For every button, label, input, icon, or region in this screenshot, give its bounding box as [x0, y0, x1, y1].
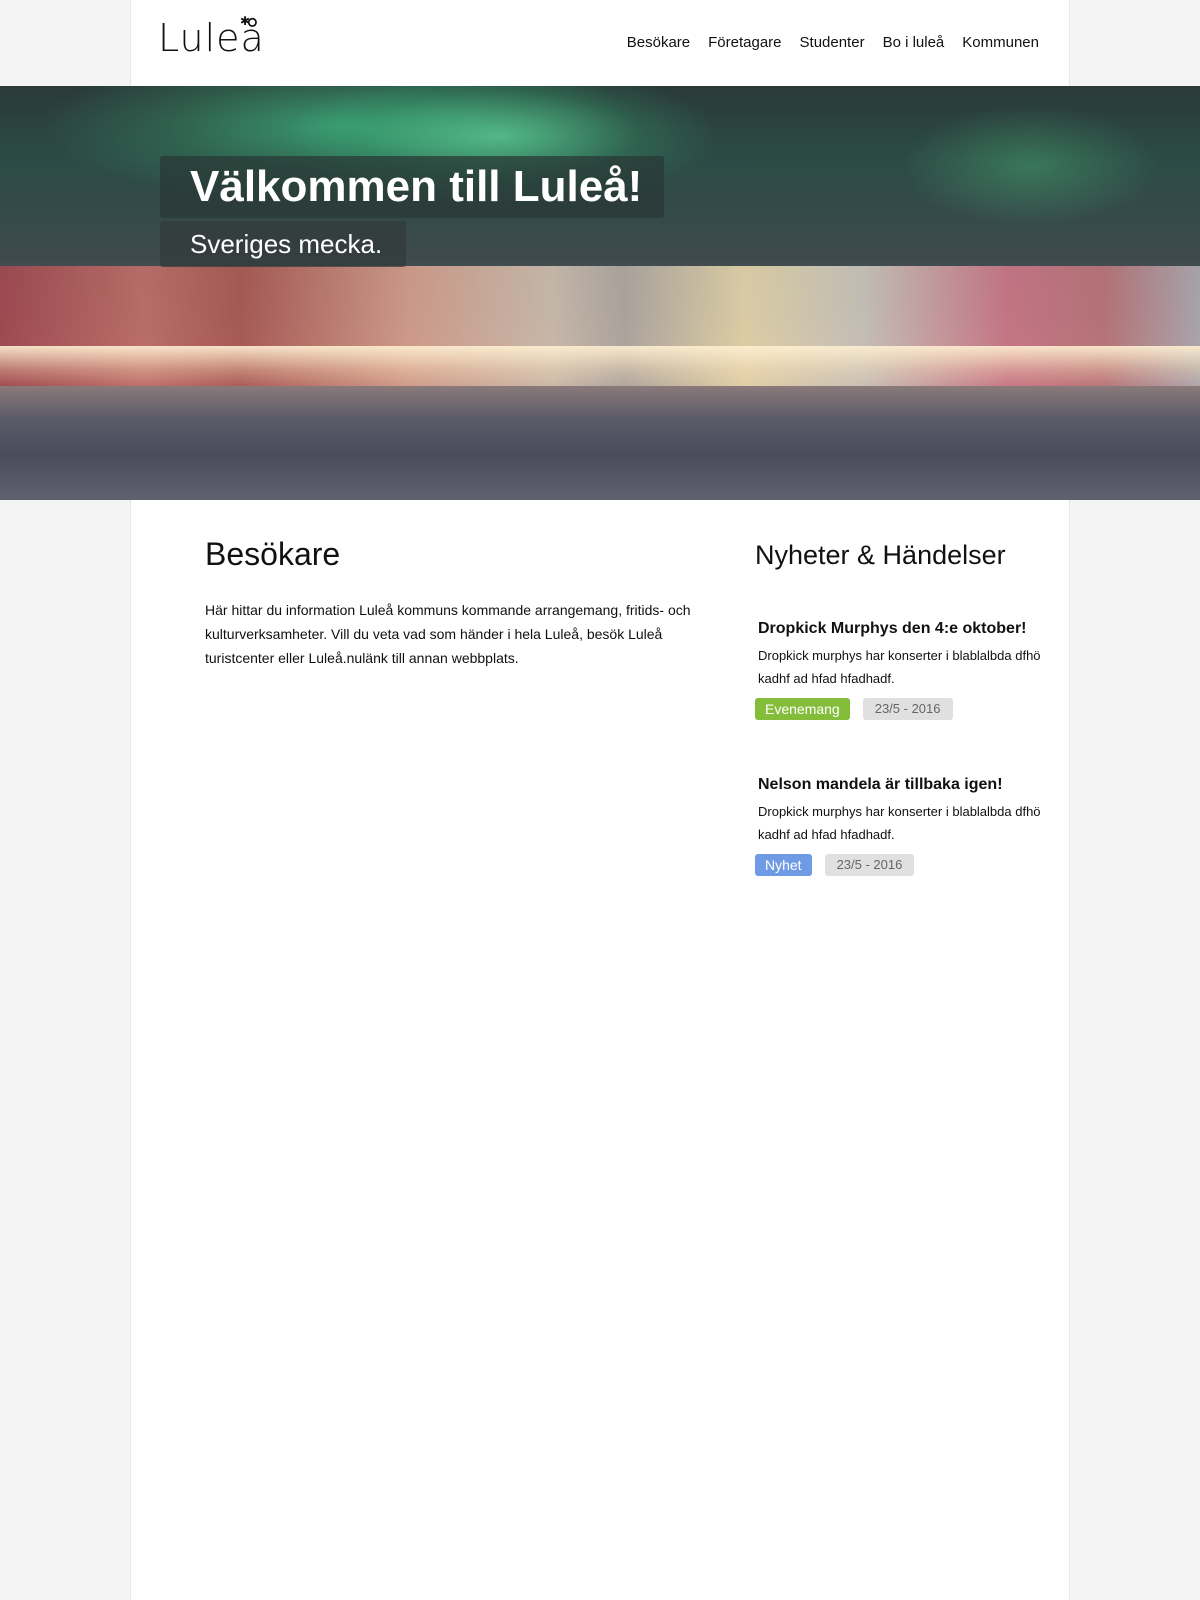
date-badge: 23/5 - 2016 — [824, 854, 915, 876]
news-body: Dropkick murphys har konserter i blablal… — [758, 804, 1041, 842]
nav-item-foretagare[interactable]: Företagare — [708, 34, 781, 51]
site-header: Luleå ✱ Besökare Företagare Studenter Bo… — [0, 0, 1200, 86]
news-item[interactable]: Dropkick Murphys den 4:e oktober! Dropki… — [755, 620, 1055, 720]
lulea-logo[interactable]: Luleå ✱ — [158, 14, 265, 60]
nav-item-bo-i-lulea[interactable]: Bo i luleå — [883, 34, 945, 51]
hero-banner: Välkommen till Luleå! Sveriges mecka. — [0, 86, 1200, 500]
hero-title: Välkommen till Luleå! — [160, 156, 665, 218]
news-item[interactable]: Nelson mandela är tillbaka igen! Dropkic… — [755, 776, 1055, 876]
nav-item-besokare[interactable]: Besökare — [627, 34, 690, 51]
category-badge[interactable]: Evenemang — [755, 698, 850, 720]
hero-image-lights — [0, 346, 1200, 386]
date-badge: 23/5 - 2016 — [862, 698, 953, 720]
nav-item-studenter[interactable]: Studenter — [800, 34, 865, 51]
news-body: Dropkick murphys har konserter i blablal… — [758, 648, 1041, 686]
news-heading: Nyheter & Händelser — [755, 540, 1006, 570]
news-title[interactable]: Dropkick Murphys den 4:e oktober! — [758, 620, 1055, 638]
nav-item-kommunen[interactable]: Kommunen — [962, 34, 1039, 51]
hero-subtitle: Sveriges mecka. — [160, 221, 407, 267]
main-nav: Besökare Företagare Studenter Bo i luleå… — [609, 34, 1039, 51]
news-meta: Nyhet 23/5 - 2016 — [755, 854, 1055, 876]
news-title[interactable]: Nelson mandela är tillbaka igen! — [758, 776, 1055, 794]
intro-text: Här hittar du information Luleå kommuns … — [205, 602, 691, 666]
category-badge[interactable]: Nyhet — [755, 854, 812, 876]
hero-image-aurora-right — [900, 106, 1160, 226]
page-title: Besökare — [205, 536, 341, 572]
hero-image-water — [0, 386, 1200, 500]
news-meta: Evenemang 23/5 - 2016 — [755, 698, 1055, 720]
snowflake-icon: ✱ — [240, 14, 251, 28]
